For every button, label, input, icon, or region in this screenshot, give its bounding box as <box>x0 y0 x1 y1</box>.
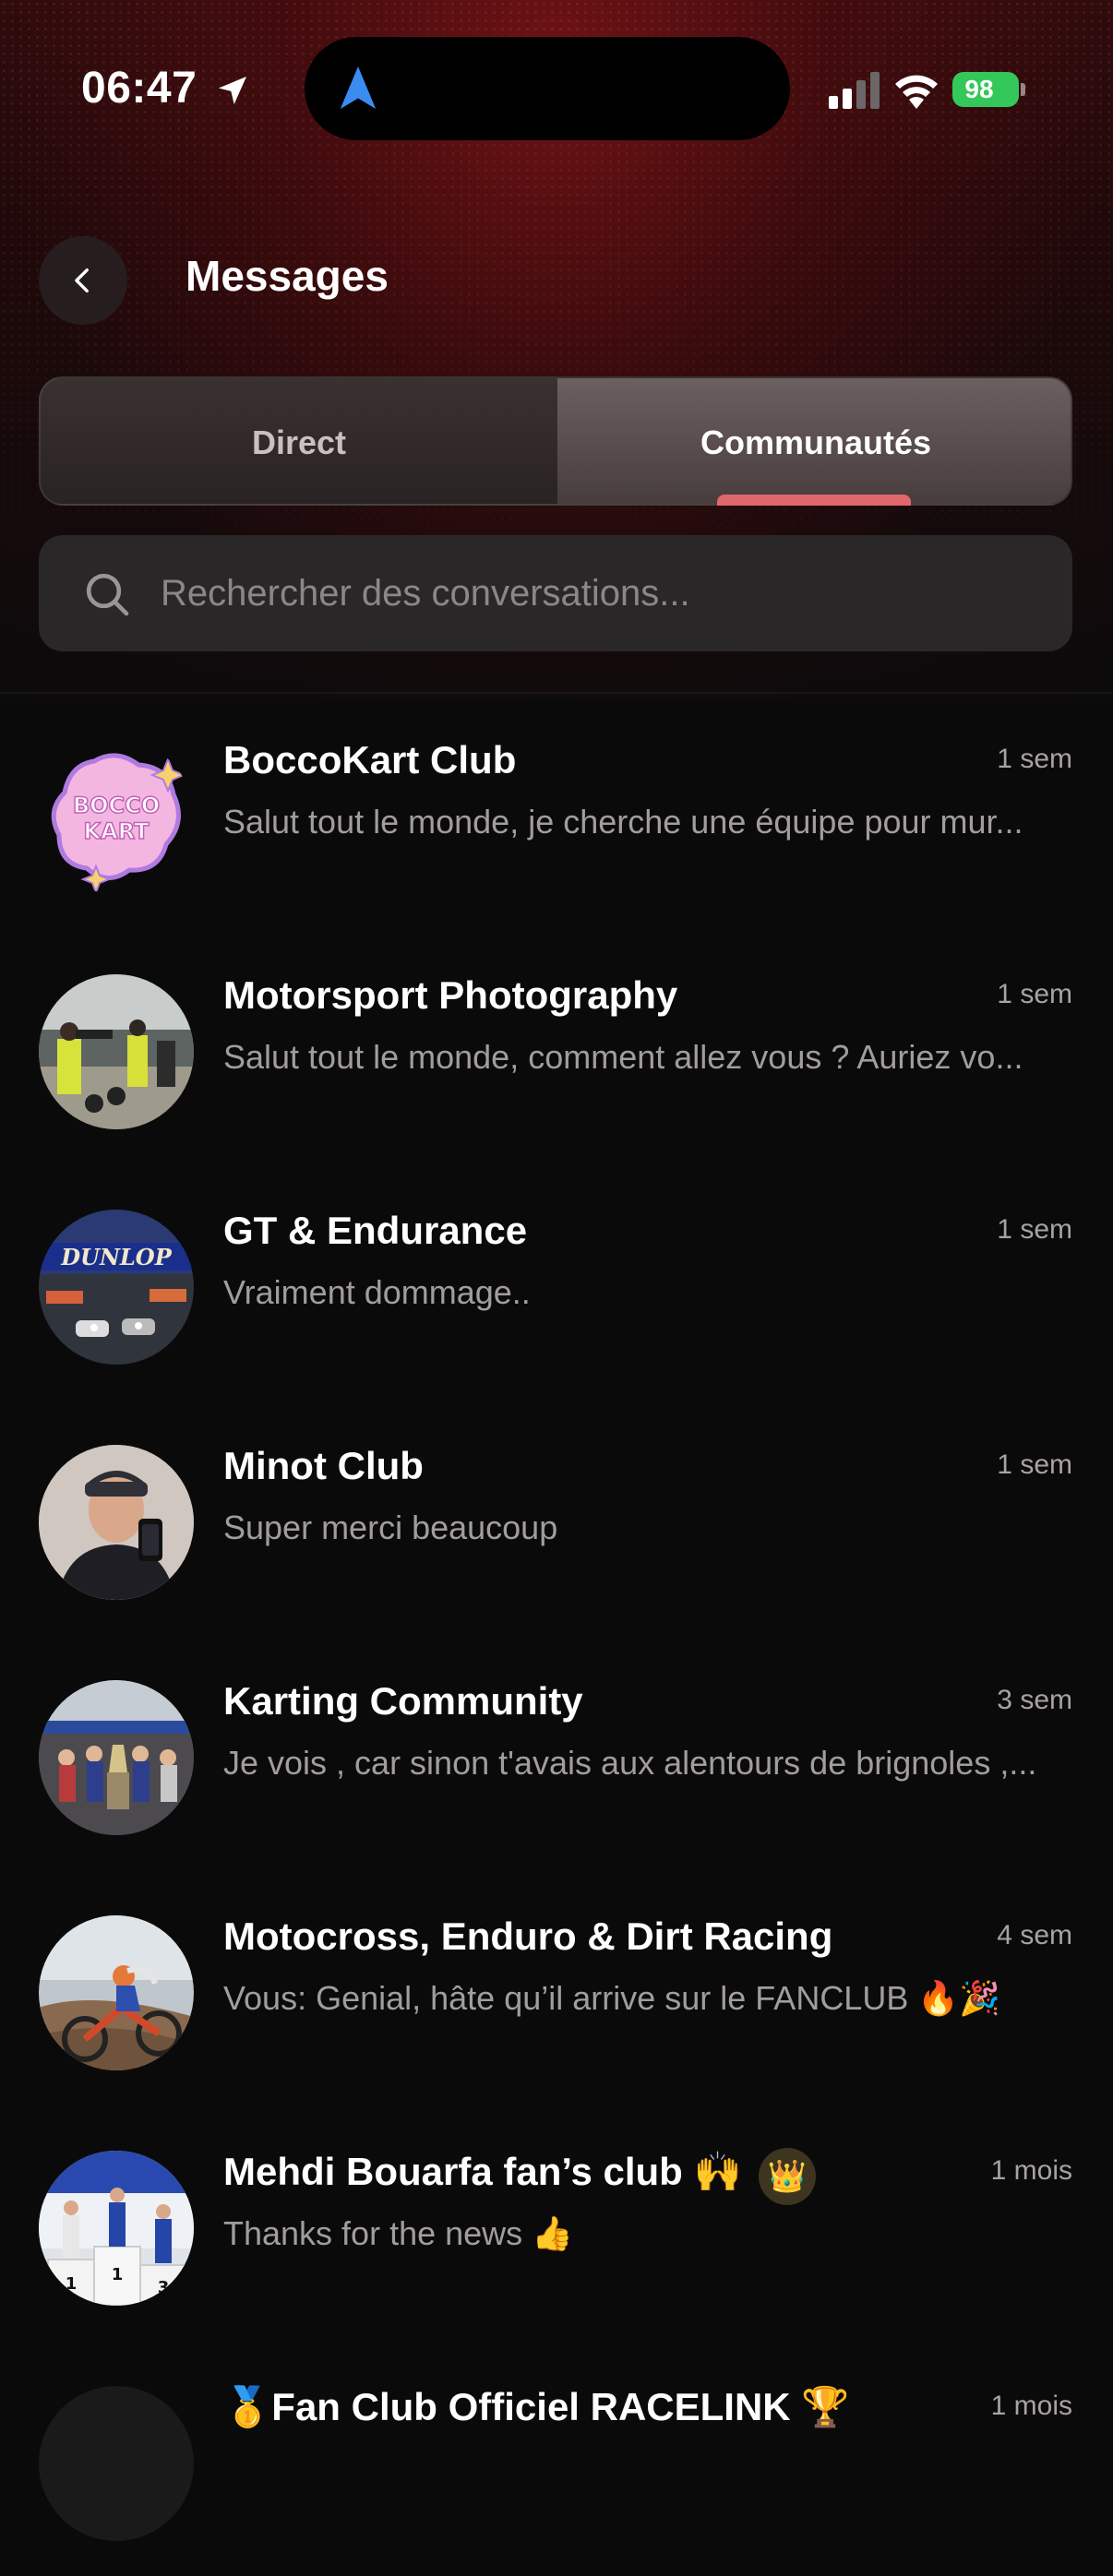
svg-text:BOCCO: BOCCO <box>73 793 160 818</box>
svg-text:1: 1 <box>112 2265 124 2284</box>
page-title: Messages <box>186 252 389 300</box>
avatar <box>39 1915 194 2070</box>
svg-text:3: 3 <box>158 2278 170 2297</box>
conversation-row[interactable]: Minot Club 1 sem Super merci beaucoup <box>0 1400 1113 1635</box>
crown-icon: 👑 <box>767 2159 808 2194</box>
avatar <box>39 1445 194 1600</box>
conversation-preview: Thanks for the news 👍 <box>223 2214 573 2252</box>
battery-indicator: 98 <box>952 72 1019 107</box>
segmented-tabs: Direct Communautés <box>39 376 1072 506</box>
conversation-name: GT & Endurance <box>223 1209 528 1252</box>
conversation-name: 🥇Fan Club Officiel RACELINK 🏆 <box>223 2385 850 2428</box>
conversation-preview: Super merci beaucoup <box>223 1509 558 1546</box>
tab-communautes[interactable]: Communautés <box>557 378 1071 504</box>
conversation-row[interactable]: 🥇Fan Club Officiel RACELINK 🏆 1 mois <box>0 2341 1113 2576</box>
conversation-row[interactable]: DUNLOP GT & Endurance 1 sem Vraiment dom… <box>0 1164 1113 1400</box>
conversation-row[interactable]: BOCCO KART BoccoKart Club 1 sem Salut to… <box>0 694 1113 929</box>
conversation-time: 3 sem <box>997 1685 1072 1715</box>
avatar: DUNLOP <box>39 1210 194 1365</box>
wifi-icon <box>895 75 938 109</box>
avatar: 1 1 3 <box>39 2151 194 2306</box>
search-bar <box>39 535 1072 651</box>
conversation-time: 1 sem <box>997 744 1072 774</box>
conversation-preview: Salut tout le monde, je cherche une équi… <box>223 803 1023 841</box>
status-time: 06:47 <box>81 64 197 113</box>
conversation-name: Motocross, Enduro & Dirt Racing <box>223 1914 833 1958</box>
conversation-preview: Salut tout le monde, comment allez vous … <box>223 1038 1023 1076</box>
back-button[interactable] <box>39 236 127 325</box>
conversation-time: 1 sem <box>997 1449 1072 1480</box>
avatar <box>39 1680 194 1835</box>
conversation-row[interactable]: Karting Community 3 sem Je vois , car si… <box>0 1635 1113 1870</box>
conversation-preview: Vous: Genial, hâte qu’il arrive sur le F… <box>223 1979 1000 2017</box>
conversation-time: 1 mois <box>990 2155 1072 2186</box>
conversation-name: Motorsport Photography <box>223 973 678 1017</box>
conversation-row[interactable]: Motocross, Enduro & Dirt Racing 4 sem Vo… <box>0 1870 1113 2105</box>
avatar: BOCCO KART <box>39 739 194 894</box>
cellular-signal-icon <box>829 72 880 109</box>
active-tab-indicator <box>717 495 911 506</box>
location-arrow-icon <box>219 77 246 104</box>
svg-text:KART: KART <box>84 818 150 844</box>
avatar <box>39 2386 194 2541</box>
avatar <box>39 974 194 1129</box>
search-icon <box>86 573 129 616</box>
search-input[interactable] <box>161 535 1037 651</box>
conversation-name: Mehdi Bouarfa fan’s club 🙌 <box>223 2150 742 2193</box>
dynamic-island <box>305 37 790 140</box>
conversation-row[interactable]: Motorsport Photography 1 sem Salut tout … <box>0 929 1113 1164</box>
battery-nub <box>1021 83 1025 96</box>
tab-direct[interactable]: Direct <box>41 378 557 504</box>
conversation-name: Karting Community <box>223 1679 583 1723</box>
chevron-left-icon <box>75 268 89 293</box>
battery-level: 98 <box>964 75 994 103</box>
conversation-row[interactable]: 1 1 3 Mehdi Bouarfa fan’s club 🙌 👑 1 moi… <box>0 2105 1113 2341</box>
conversation-time: 1 mois <box>990 2391 1072 2421</box>
conversation-time: 1 sem <box>997 979 1072 1009</box>
svg-text:1: 1 <box>66 2274 78 2294</box>
navigation-arrow-icon <box>340 66 377 109</box>
conversation-name: Minot Club <box>223 1444 424 1487</box>
svg-text:DUNLOP: DUNLOP <box>60 1244 172 1270</box>
crown-badge: 👑 <box>759 2148 816 2205</box>
conversation-time: 1 sem <box>997 1214 1072 1245</box>
conversation-preview: Je vois , car sinon t'avais aux alentour… <box>223 1744 1037 1782</box>
conversation-time: 4 sem <box>997 1920 1072 1950</box>
conversation-name: BoccoKart Club <box>223 738 517 781</box>
conversation-preview: Vraiment dommage.. <box>223 1273 531 1311</box>
